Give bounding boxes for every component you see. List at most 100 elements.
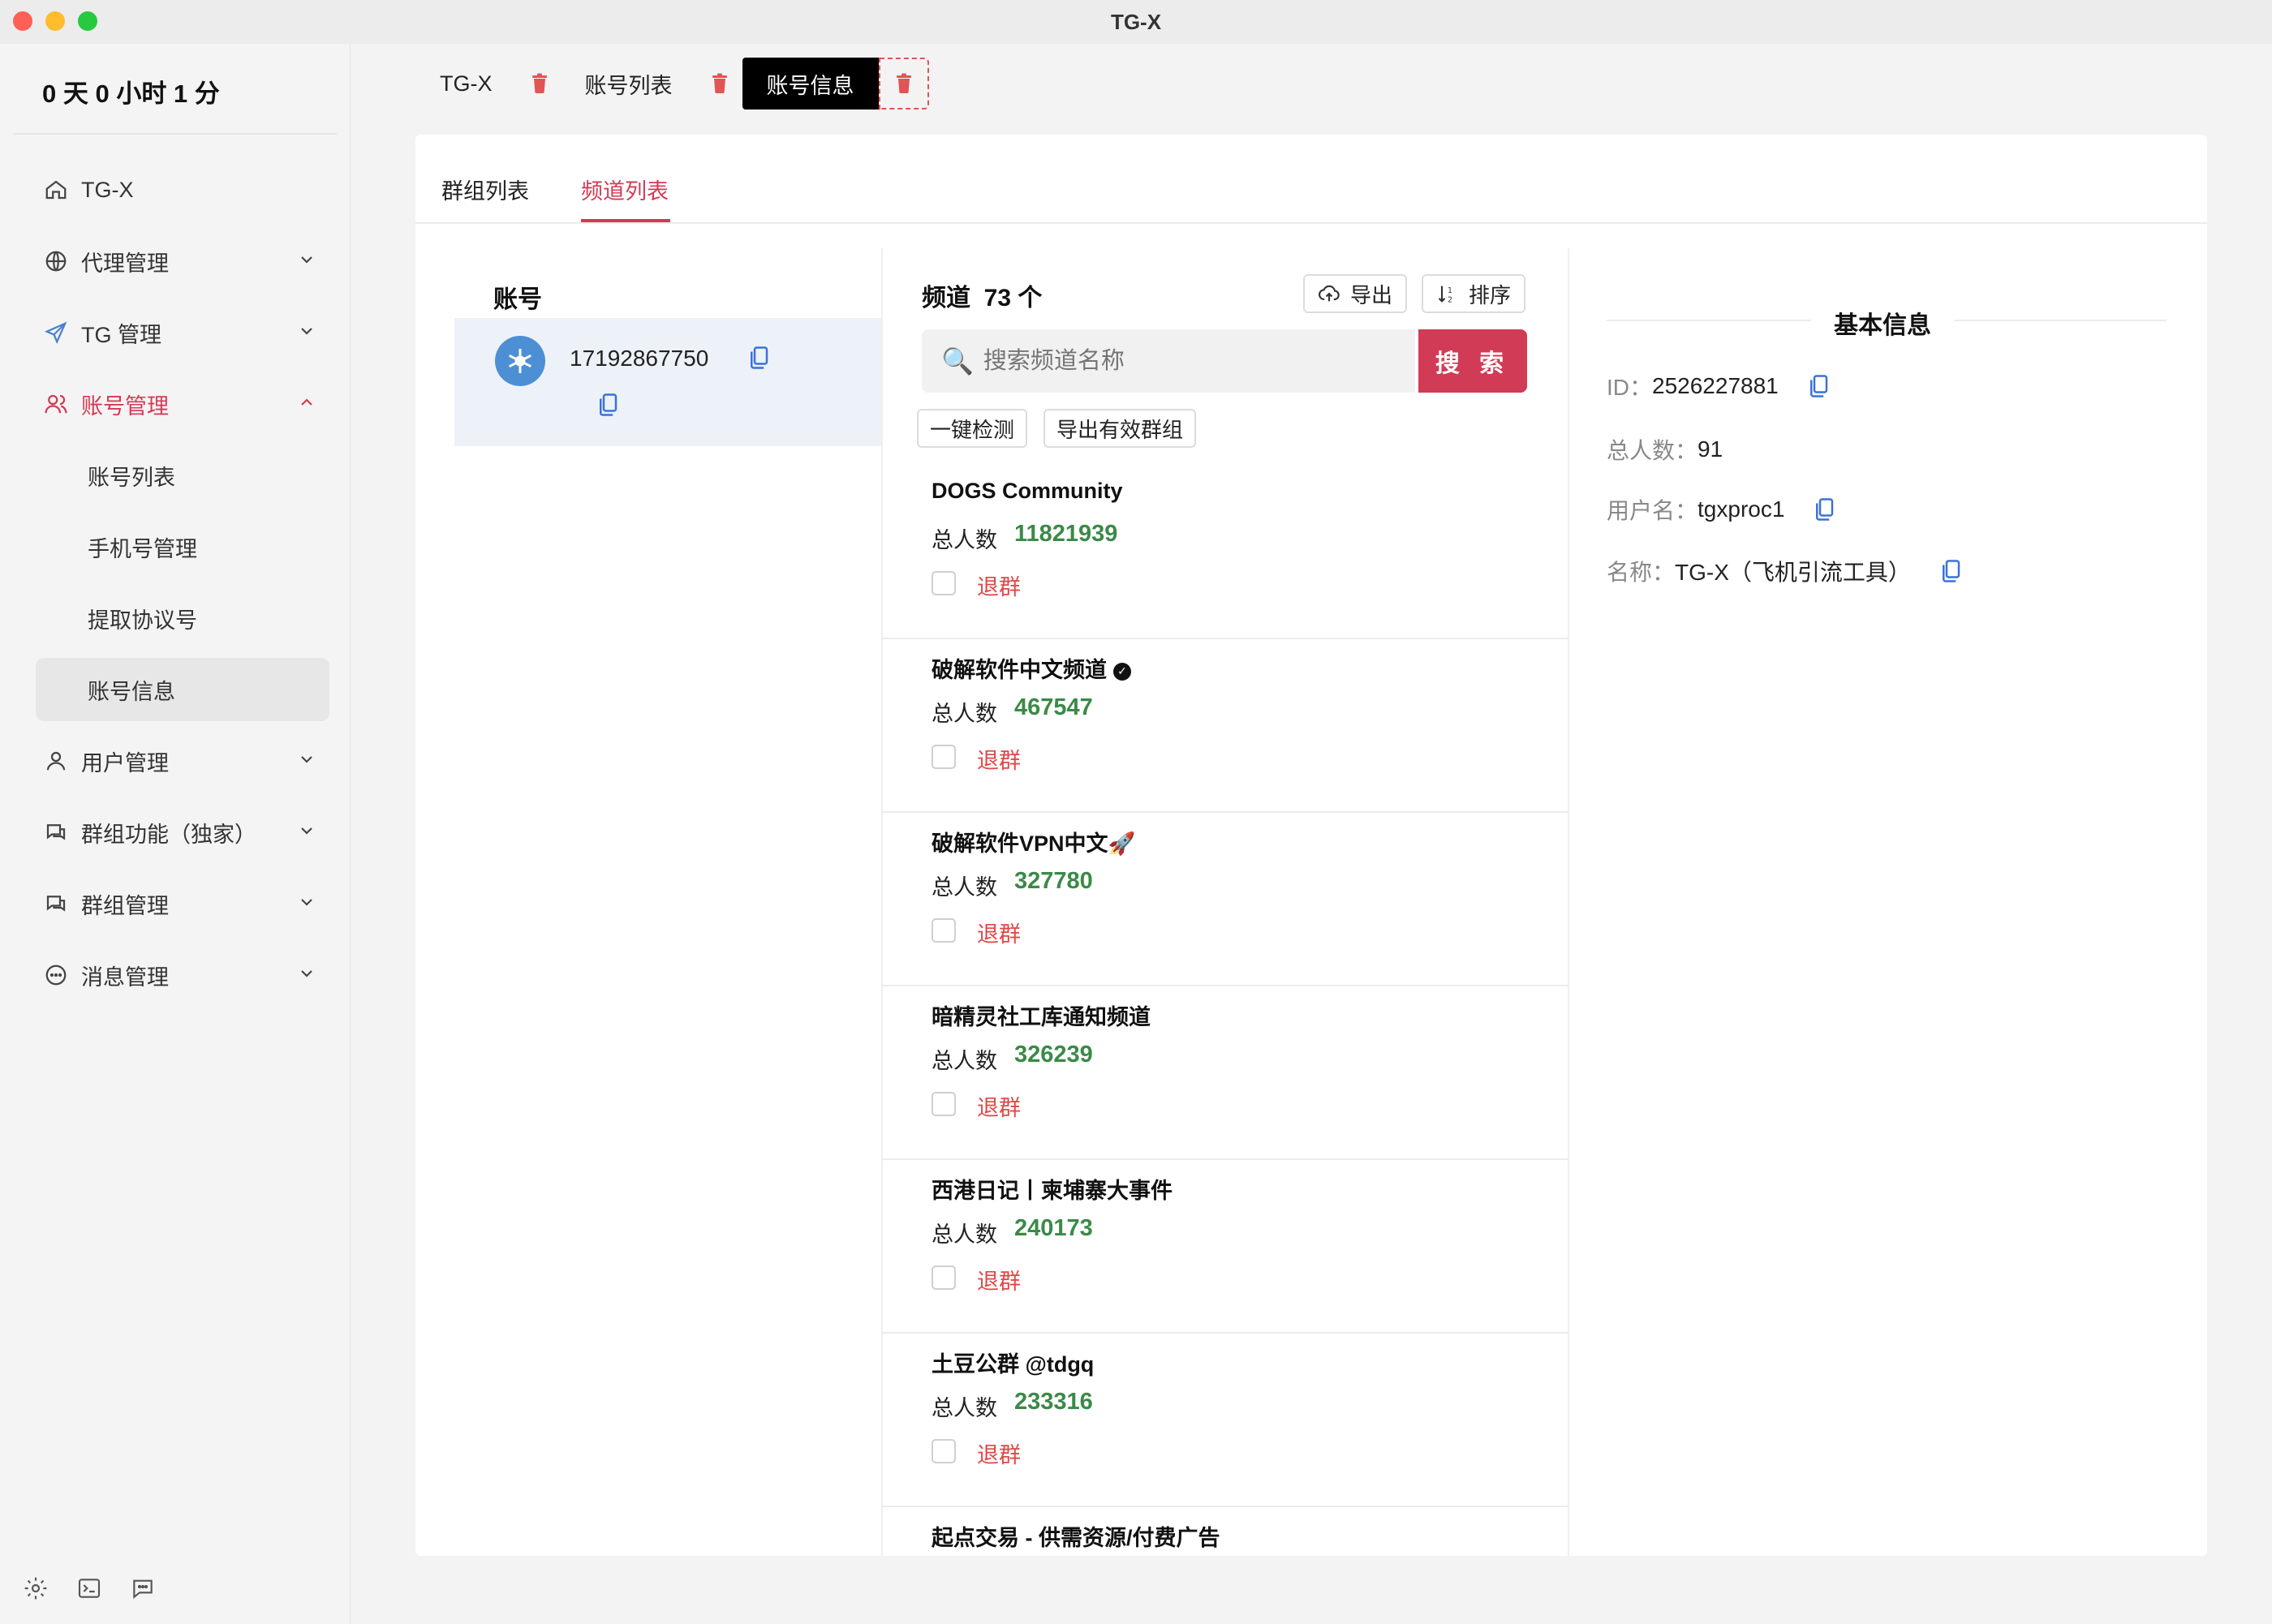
tab-label: TG-X bbox=[440, 71, 493, 96]
trash-icon[interactable] bbox=[878, 58, 929, 110]
globe-icon bbox=[44, 249, 68, 273]
account-row[interactable]: 17192867750 bbox=[454, 318, 883, 446]
sidebar-item-label: TG-X bbox=[81, 177, 134, 202]
account-phone: 17192867750 bbox=[570, 346, 709, 371]
sort-button[interactable]: 12 排序 bbox=[1422, 274, 1526, 313]
member-count: 240173 bbox=[1014, 1215, 1093, 1241]
tab-tgx[interactable]: TG-X bbox=[417, 58, 562, 110]
paper-plane-icon bbox=[44, 320, 68, 345]
channel-checkbox[interactable] bbox=[932, 745, 956, 769]
channel-name: 西港日记丨柬埔寨大事件 bbox=[932, 1179, 1173, 1203]
leave-group-link[interactable]: 退群 bbox=[977, 569, 1021, 601]
chevron-down-icon bbox=[301, 827, 312, 835]
info-row-username: 用户名： tgxproc1 bbox=[1607, 493, 1835, 526]
tab-account-list[interactable]: 账号列表 bbox=[562, 58, 742, 110]
member-count: 327780 bbox=[1014, 868, 1093, 894]
sidebar-subitem-account-info[interactable]: 账号信息 bbox=[36, 658, 329, 721]
sidebar-subitem-label: 账号列表 bbox=[88, 465, 175, 490]
sidebar-item-tg[interactable]: TG 管理 bbox=[0, 297, 351, 368]
member-count: 233316 bbox=[1014, 1389, 1093, 1415]
verified-icon: ✓ bbox=[1113, 662, 1131, 681]
sidebar-item-label: 账号管理 bbox=[81, 393, 169, 419]
copy-icon[interactable] bbox=[1940, 559, 1961, 583]
svg-text:2: 2 bbox=[1448, 296, 1452, 305]
window-controls bbox=[13, 11, 97, 31]
channel-checkbox[interactable] bbox=[932, 918, 956, 943]
sidebar-item-account[interactable]: 账号管理 bbox=[0, 368, 351, 440]
info-row-members: 总人数： 91 bbox=[1607, 433, 1723, 466]
chevron-down-icon bbox=[301, 328, 312, 335]
tab-label: 账号信息 bbox=[742, 58, 879, 110]
chevron-down-icon bbox=[301, 256, 312, 264]
channel-name-wrap: 破解软件中文频道 ✓ bbox=[932, 652, 1131, 684]
info-row-id: ID： 2526227881 bbox=[1607, 370, 1829, 402]
channel-checkbox[interactable] bbox=[932, 1265, 956, 1290]
sidebar-subitem-label: 账号信息 bbox=[88, 679, 175, 704]
search-input[interactable] bbox=[983, 347, 1405, 375]
channel-checkbox[interactable] bbox=[932, 1092, 956, 1116]
sidebar-item-proxy[interactable]: 代理管理 bbox=[0, 226, 351, 297]
settings-icon[interactable] bbox=[23, 1575, 49, 1601]
column-divider bbox=[1568, 248, 1569, 1556]
channel-name: 破解软件中文频道 bbox=[932, 658, 1107, 682]
sidebar-item-label: 消息管理 bbox=[81, 965, 169, 990]
terminal-icon[interactable] bbox=[76, 1575, 102, 1601]
leave-group-link[interactable]: 退群 bbox=[977, 917, 1021, 948]
maximize-window-button[interactable] bbox=[78, 11, 97, 31]
check-all-button[interactable]: 一键检测 bbox=[917, 409, 1028, 448]
channel-checkbox[interactable] bbox=[932, 1439, 956, 1463]
window-titlebar: TG-X bbox=[0, 0, 2272, 44]
tab-account-info[interactable]: 账号信息 bbox=[742, 58, 929, 110]
copy-icon[interactable] bbox=[597, 393, 618, 417]
export-valid-groups-button[interactable]: 导出有效群组 bbox=[1043, 409, 1197, 448]
tab-label: 账号列表 bbox=[584, 73, 673, 98]
sidebar-item-group-features[interactable]: 群组功能（独家） bbox=[0, 797, 351, 868]
channel-list: DOGS Community 总人数 11821939 退群 破解软件中文频道 ✓… bbox=[883, 466, 1568, 1556]
leave-group-link[interactable]: 退群 bbox=[977, 1090, 1021, 1122]
users-icon bbox=[44, 392, 68, 416]
copy-icon[interactable] bbox=[1808, 374, 1829, 398]
channel-name: 破解软件VPN中文🚀 bbox=[932, 831, 1136, 856]
sub-tabs: 群组列表 频道列表 bbox=[415, 135, 2207, 224]
close-window-button[interactable] bbox=[13, 11, 32, 31]
subtab-channels[interactable]: 频道列表 bbox=[581, 174, 669, 205]
info-section-title: 基本信息 bbox=[1811, 305, 1954, 341]
trash-icon[interactable] bbox=[517, 58, 562, 110]
svg-text:1: 1 bbox=[1448, 286, 1452, 295]
search-button[interactable]: 搜 索 bbox=[1418, 329, 1527, 393]
main-panel: 群组列表 频道列表 账号 17192867750 频道 73 个 导出 12 排… bbox=[415, 135, 2207, 1556]
home-icon bbox=[44, 178, 68, 202]
export-button[interactable]: 导出 bbox=[1303, 274, 1408, 313]
chat-bubbles-icon bbox=[44, 891, 68, 916]
sidebar: 0 天 0 小时 1 分 TG-X 代理管理 TG 管理 账号管理 账号列表 手… bbox=[0, 44, 351, 1624]
member-count: 11821939 bbox=[1014, 521, 1118, 547]
sidebar-item-group-manage[interactable]: 群组管理 bbox=[0, 868, 351, 939]
sidebar-item-messages[interactable]: 消息管理 bbox=[0, 939, 351, 1011]
sidebar-item-users[interactable]: 用户管理 bbox=[0, 725, 351, 797]
page-tabs: TG-X 账号列表 账号信息 bbox=[417, 57, 929, 110]
search-box: 🔍 bbox=[922, 329, 1415, 393]
copy-icon[interactable] bbox=[748, 346, 769, 370]
leave-group-link[interactable]: 退群 bbox=[977, 743, 1021, 775]
member-count: 326239 bbox=[1014, 1042, 1093, 1068]
sidebar-subitem-phone-manage[interactable]: 手机号管理 bbox=[0, 511, 351, 582]
sort-icon: 12 bbox=[1438, 286, 1452, 305]
sidebar-divider bbox=[13, 133, 337, 135]
sidebar-subitem-account-list[interactable]: 账号列表 bbox=[0, 440, 351, 511]
list-item: 破解软件中文频道 ✓ 总人数 467547 退群 bbox=[883, 639, 1568, 813]
member-count: 467547 bbox=[1014, 694, 1093, 720]
cloud-upload-icon bbox=[1318, 285, 1340, 302]
trash-icon[interactable] bbox=[697, 58, 742, 110]
channel-checkbox[interactable] bbox=[932, 571, 956, 595]
sidebar-subitem-extract-protocol[interactable]: 提取协议号 bbox=[0, 582, 351, 654]
subtab-groups[interactable]: 群组列表 bbox=[441, 174, 529, 205]
chat-icon[interactable] bbox=[130, 1575, 156, 1601]
info-label: ID： bbox=[1607, 375, 1653, 400]
list-item: DOGS Community 总人数 11821939 退群 bbox=[883, 466, 1568, 639]
info-label: 总人数： bbox=[1607, 438, 1698, 463]
leave-group-link[interactable]: 退群 bbox=[977, 1264, 1021, 1295]
leave-group-link[interactable]: 退群 bbox=[977, 1437, 1021, 1469]
sidebar-item-tgx[interactable]: TG-X bbox=[0, 154, 351, 226]
minimize-window-button[interactable] bbox=[45, 11, 65, 31]
copy-icon[interactable] bbox=[1814, 497, 1835, 522]
